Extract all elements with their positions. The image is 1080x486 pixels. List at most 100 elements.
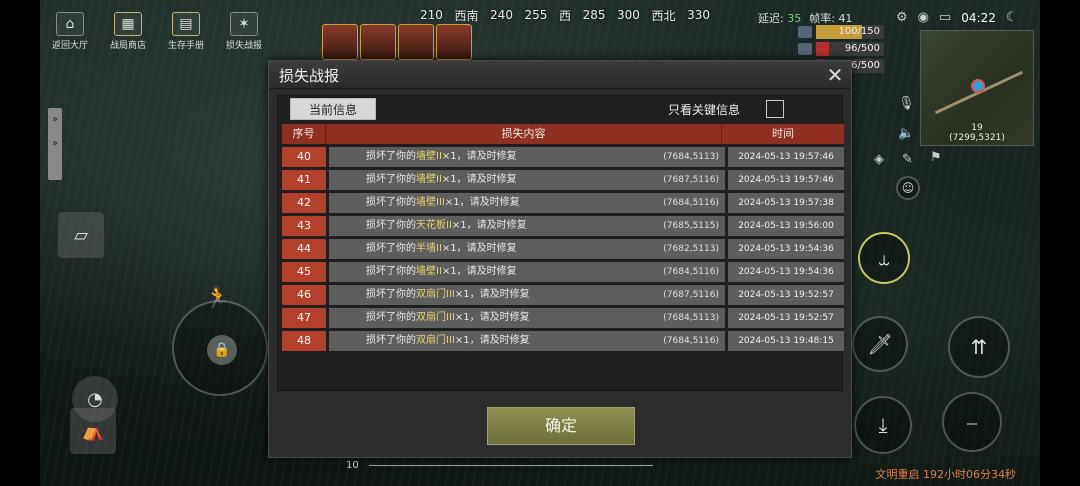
- gear-icon[interactable]: ⚙: [896, 10, 908, 25]
- compass: 210 西南 240 255 西 285 300 西北 330: [420, 4, 710, 26]
- row-position: (7684,5116): [663, 267, 719, 277]
- movement-joystick[interactable]: 🔒: [172, 300, 268, 396]
- table-row: 48 损坏了你的双扇门III×1，请及时修复 (7684,5116) 2024-05-…: [282, 331, 844, 351]
- heart-icon: [798, 26, 812, 38]
- clock: 04:22: [961, 10, 996, 25]
- portrait[interactable]: [322, 24, 358, 60]
- row-index: 47: [282, 308, 326, 328]
- table-row: 47 损坏了你的双扇门III×1，请及时修复 (7684,5113) 2024-05-…: [282, 308, 844, 328]
- tab-current-info[interactable]: 当前信息: [290, 98, 376, 120]
- flag-icon[interactable]: ⚑: [930, 150, 942, 165]
- row-prefix: 损坏了你的: [366, 243, 416, 254]
- row-time: 2024-05-13 19:48:15: [728, 331, 844, 351]
- shop-label: 战局商店: [109, 41, 146, 51]
- row-prefix: 损坏了你的: [366, 312, 416, 323]
- compass-mark: 300: [617, 8, 640, 22]
- col-index: 序号: [282, 124, 326, 144]
- row-item: 墙壁III: [416, 197, 445, 208]
- key-only-checkbox[interactable]: [766, 100, 784, 118]
- portrait[interactable]: [360, 24, 396, 60]
- row-item: 墙壁II: [416, 266, 442, 277]
- manual-button[interactable]: ▤ 生存手册: [160, 12, 212, 51]
- manual-icon: ▤: [172, 12, 200, 36]
- row-content: 损坏了你的双扇门III×1，请及时修复 (7684,5113): [329, 308, 725, 328]
- dialog-title: 损失战报: [279, 67, 340, 85]
- speaker-icon[interactable]: 🔈: [898, 126, 914, 141]
- portrait[interactable]: [398, 24, 434, 60]
- row-suffix: ×1，请及时修复: [454, 335, 530, 346]
- server-restart-timer: 文明重启 192小时06分34秒: [875, 468, 1017, 481]
- minimap-coord-top: 19: [971, 123, 983, 133]
- row-prefix: 损坏了你的: [366, 174, 416, 185]
- row-item: 墙壁II: [416, 174, 442, 185]
- compass-mark: 西北: [651, 8, 676, 23]
- team-portraits: [322, 24, 472, 60]
- damage-report-dialog: 损失战报 ✕ 当前信息 只看关键信息 序号 损失内容 时间 40 损坏了你的墙壁I…: [268, 60, 852, 458]
- microphone-icon[interactable]: 🎙: [898, 96, 915, 111]
- row-index: 45: [282, 262, 326, 282]
- col-content: 损失内容: [326, 124, 722, 144]
- shop-button[interactable]: ▦ 战局商店: [102, 12, 154, 51]
- row-index: 40: [282, 147, 326, 167]
- food-text: 96/500: [844, 43, 880, 54]
- row-item: 双扇门III: [416, 289, 455, 300]
- compass-mark: 240: [490, 8, 513, 22]
- battery-icon: ▭: [939, 10, 952, 25]
- report-table: 序号 损失内容 时间 40 损坏了你的墙壁II×1，请及时修复 (7684,5113…: [282, 124, 844, 351]
- row-suffix: ×1，请及时修复: [441, 243, 517, 254]
- network-status: 延迟: 35 帧率: 41: [758, 10, 852, 26]
- build-icon[interactable]: ⛺: [70, 408, 116, 454]
- close-icon[interactable]: ✕: [823, 63, 847, 87]
- marker-icon[interactable]: ◈: [874, 152, 884, 167]
- portrait[interactable]: [436, 24, 472, 60]
- letterbox-right: [1040, 0, 1080, 486]
- row-item: 双扇门III: [416, 312, 455, 323]
- col-time: 时间: [772, 127, 794, 140]
- row-time: 2024-05-13 19:57:38: [728, 193, 844, 213]
- hotbar: 10: [346, 460, 653, 471]
- knife-attack-button[interactable]: 🗡: [852, 316, 908, 372]
- hotbar-line: [368, 465, 653, 466]
- side-expand-tab[interactable]: »»: [48, 108, 62, 180]
- table-row: 43 损坏了你的天花板II×1，请及时修复 (7685,5115) 2024-05-1…: [282, 216, 844, 236]
- home-icon: ⌂: [56, 12, 84, 36]
- compass-mark: 285: [582, 8, 606, 22]
- emote-icon[interactable]: ☺: [896, 176, 920, 200]
- map-icon[interactable]: ▱: [58, 212, 104, 258]
- row-prefix: 损坏了你的: [366, 220, 416, 231]
- dialog-header: 损失战报 ✕: [269, 61, 851, 89]
- ammo-count: 10: [346, 460, 359, 471]
- crouch-button[interactable]: ⤓: [854, 396, 912, 454]
- row-position: (7687,5116): [663, 175, 719, 185]
- jump-button[interactable]: ⇈: [948, 316, 1010, 378]
- row-suffix: ×1，请及时修复: [441, 151, 517, 162]
- row-position: (7687,5116): [663, 290, 719, 300]
- row-time: 2024-05-13 19:57:46: [728, 147, 844, 167]
- latency-value: 35: [787, 12, 802, 25]
- minimap-coordinates: 19 (7299,5321): [921, 123, 1033, 143]
- row-index: 48: [282, 331, 326, 351]
- minimap[interactable]: 19 (7299,5321): [920, 30, 1034, 146]
- row-prefix: 损坏了你的: [366, 335, 416, 346]
- fps-value: 41: [838, 12, 853, 25]
- lobby-button[interactable]: ⌂ 返回大厅: [44, 12, 96, 51]
- compass-mark: 330: [687, 8, 710, 22]
- lock-icon[interactable]: 🔒: [207, 335, 237, 365]
- confirm-button[interactable]: 确定: [487, 407, 635, 445]
- latency-label: 延迟:: [758, 12, 784, 25]
- pen-icon[interactable]: ✎: [902, 152, 913, 167]
- report-panel: 当前信息 只看关键信息 序号 损失内容 时间 40 损坏了你的墙壁II×1，请及时…: [277, 95, 844, 423]
- sit-action-button[interactable]: ⥿: [858, 232, 910, 284]
- prone-button[interactable]: ⎯: [942, 392, 1002, 452]
- damage-report-button[interactable]: ✶ 损失战报: [218, 12, 270, 51]
- row-prefix: 损坏了你的: [366, 197, 416, 208]
- letterbox-left: [0, 0, 40, 486]
- lobby-label: 返回大厅: [51, 41, 88, 51]
- row-item: 双扇门III: [416, 335, 455, 346]
- row-index: 42: [282, 193, 326, 213]
- row-content: 损坏了你的墙壁II×1，请及时修复 (7684,5113): [329, 147, 725, 167]
- table-row: 44 损坏了你的半墙II×1，请及时修复 (7682,5113) 2024-05-13…: [282, 239, 844, 259]
- row-time: 2024-05-13 19:54:36: [728, 262, 844, 282]
- row-position: (7682,5113): [663, 244, 719, 254]
- row-content: 损坏了你的墙壁II×1，请及时修复 (7684,5116): [329, 262, 725, 282]
